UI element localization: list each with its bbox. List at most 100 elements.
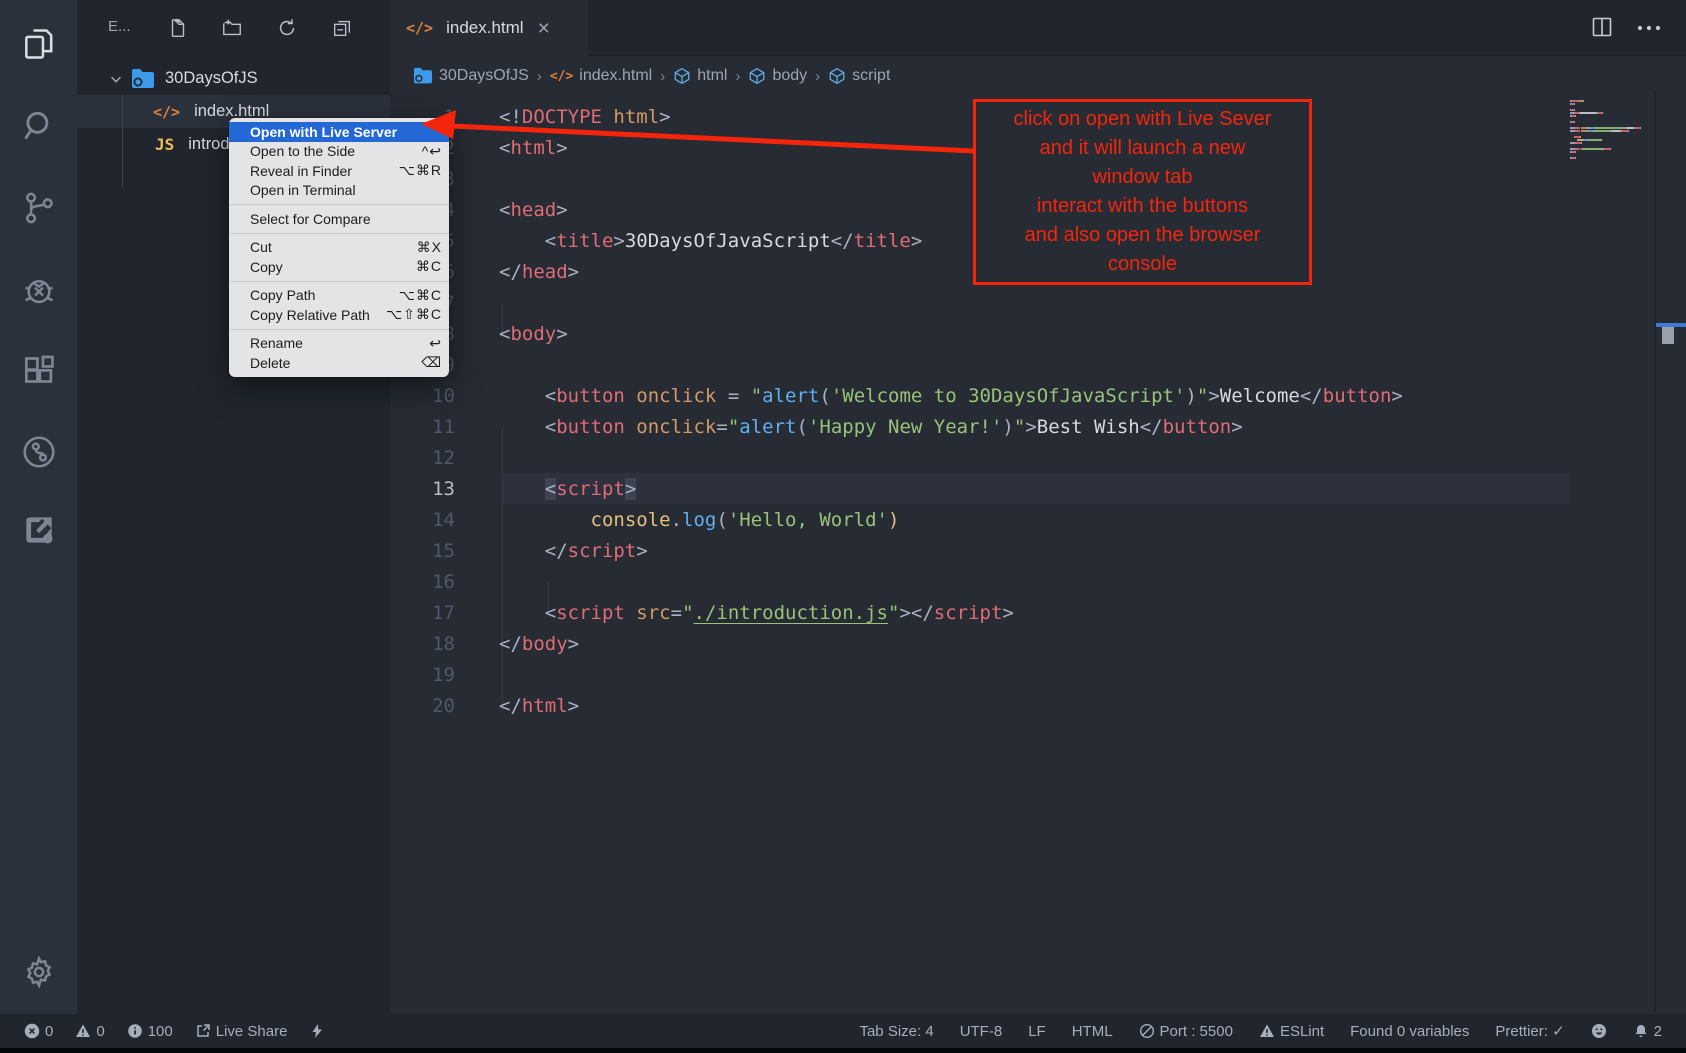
chevron-right-icon: ›: [814, 68, 821, 85]
status-item-label: LF: [1028, 1023, 1046, 1040]
status-item-label: 0: [45, 1023, 53, 1040]
warning-icon: [75, 1023, 91, 1039]
search-icon[interactable]: [19, 106, 59, 146]
breadcrumb-label: script: [852, 67, 890, 85]
line-number: 10: [390, 385, 455, 407]
new-folder-icon[interactable]: [220, 16, 244, 40]
minimap-line: [1570, 151, 1576, 153]
status-item-0[interactable]: 0: [75, 1023, 104, 1040]
menu-item-label: Copy: [250, 259, 283, 275]
status-item-html[interactable]: HTML: [1072, 1023, 1113, 1040]
code-line: 7: [390, 287, 1686, 318]
collapse-all-icon[interactable]: [330, 16, 354, 40]
menu-item-rename[interactable]: Rename↩: [229, 334, 449, 354]
warning-icon: [1259, 1023, 1275, 1039]
menu-item-cut[interactable]: Cut⌘X: [229, 238, 449, 258]
breadcrumb-label: index.html: [579, 67, 652, 85]
status-item-0[interactable]: 0: [24, 1023, 53, 1040]
minimap-line: [1570, 121, 1575, 123]
status-bar-right: Tab Size: 4 UTF-8 LF HTML Port : 5500 ESLint F…: [859, 1022, 1662, 1040]
minimap-line: [1570, 109, 1575, 111]
code-line: 13 <script>: [390, 473, 1686, 504]
tree-item-root-folder[interactable]: 30DaysOfJS: [77, 62, 390, 95]
menu-item-delete[interactable]: Delete⌫: [229, 353, 449, 373]
menu-item-label: Reveal in Finder: [250, 163, 352, 179]
menu-item-copy-path[interactable]: Copy Path⌥⌘C: [229, 286, 449, 306]
status-item-2[interactable]: 2: [1633, 1023, 1662, 1040]
code-text: <title>30DaysOfJavaScript</title>: [455, 230, 922, 252]
source-control-icon[interactable]: [19, 188, 59, 228]
annotation-text-line: console: [976, 250, 1309, 279]
breadcrumb-label: html: [697, 67, 727, 85]
status-item-port-5500[interactable]: Port : 5500: [1139, 1023, 1233, 1040]
status-item-label: 2: [1654, 1023, 1662, 1040]
editor-scrollbar-thumb[interactable]: [1662, 327, 1674, 344]
menu-separator: [229, 329, 449, 330]
menu-item-shortcut: ⌥⇧⌘C: [386, 306, 442, 323]
status-item-eslint[interactable]: ESLint: [1259, 1023, 1324, 1040]
code-line: 15 </script>: [390, 535, 1686, 566]
split-editor-icon[interactable]: [1590, 15, 1614, 44]
code-line: 20</html>: [390, 690, 1686, 721]
extensions-icon[interactable]: [19, 352, 59, 392]
menu-item-open-to-the-side[interactable]: Open to the Side^↩: [229, 142, 449, 162]
context-menu: Open with Live ServerOpen to the Side^↩R…: [229, 118, 449, 377]
tab-index-html[interactable]: </> index.html ×: [390, 0, 588, 56]
code-text: console.log('Hello, World'): [455, 509, 899, 531]
line-number: 14: [390, 509, 455, 531]
menu-item-open-with-live-server[interactable]: Open with Live Server: [229, 122, 449, 142]
code-line: 17 <script src="./introduction.js"></scr…: [390, 597, 1686, 628]
code-line: 14 console.log('Hello, World'): [390, 504, 1686, 535]
status-item-utf-8[interactable]: UTF-8: [960, 1023, 1003, 1040]
menu-item-copy-relative-path[interactable]: Copy Relative Path⌥⇧⌘C: [229, 305, 449, 325]
annotation-text-line: and it will launch a new: [976, 134, 1309, 163]
chevron-right-icon: ›: [659, 68, 666, 85]
live-share-icon: [195, 1023, 211, 1039]
menu-item-select-for-compare[interactable]: Select for Compare: [229, 209, 449, 229]
breadcrumb-item-html[interactable]: html: [673, 67, 727, 85]
bolt-icon: [309, 1023, 325, 1039]
live-share-icon[interactable]: [19, 432, 59, 472]
breadcrumb-item-script[interactable]: script: [828, 67, 890, 85]
settings-gear-icon[interactable]: [19, 952, 59, 992]
annotation-text-line: click on open with Live Sever: [976, 105, 1309, 134]
breadcrumb-item-30DaysOfJS[interactable]: 30DaysOfJS: [413, 67, 529, 85]
menu-item-shortcut: ⌥⌘C: [399, 287, 442, 304]
status-item-bolt[interactable]: [309, 1023, 325, 1039]
js-file-icon: JS: [155, 135, 174, 154]
explorer-icon[interactable]: [19, 24, 59, 64]
menu-separator: [229, 233, 449, 234]
debug-icon[interactable]: [19, 270, 59, 310]
status-item-tab-size-4[interactable]: Tab Size: 4: [859, 1023, 933, 1040]
menu-item-label: Open to the Side: [250, 143, 355, 159]
line-number: 15: [390, 540, 455, 562]
status-item-100[interactable]: 100: [127, 1023, 173, 1040]
more-actions-icon[interactable]: [1636, 21, 1662, 39]
code-line: 10 <button onclick = "alert('Welcome to …: [390, 380, 1686, 411]
breadcrumb-item-index.html[interactable]: </>index.html: [550, 67, 652, 85]
status-item-prettier-[interactable]: Prettier: ✓: [1495, 1022, 1564, 1040]
new-file-icon[interactable]: [166, 16, 190, 40]
tab-close-icon[interactable]: ×: [538, 18, 550, 39]
tree-indent-guide: [122, 95, 123, 188]
status-item-live-share[interactable]: Live Share: [195, 1023, 288, 1040]
share-out-icon[interactable]: [19, 510, 59, 550]
status-item-smiley[interactable]: [1591, 1023, 1607, 1039]
breadcrumb-item-body[interactable]: body: [748, 67, 807, 85]
menu-item-open-in-terminal[interactable]: Open in Terminal: [229, 181, 449, 201]
menu-item-shortcut: ⌘X: [417, 239, 442, 256]
breadcrumb-label: 30DaysOfJS: [439, 67, 529, 85]
menu-item-copy[interactable]: Copy⌘C: [229, 257, 449, 277]
menu-item-label: Delete: [250, 355, 290, 371]
error-icon: [24, 1023, 40, 1039]
menu-item-reveal-in-finder[interactable]: Reveal in Finder⌥⌘R: [229, 161, 449, 181]
annotation-text-line: window tab: [976, 163, 1309, 192]
line-number: 16: [390, 571, 455, 593]
minimap-line: [1570, 115, 1576, 117]
annotation-text-line: interact with the buttons: [976, 192, 1309, 221]
refresh-icon[interactable]: [275, 16, 299, 40]
status-item-lf[interactable]: LF: [1028, 1023, 1046, 1040]
breadcrumb: 30DaysOfJS›</>index.html›html›body›scrip…: [413, 62, 890, 90]
status-item-found-0-variables[interactable]: Found 0 variables: [1350, 1023, 1469, 1040]
code-text: <script src="./introduction.js"></script…: [455, 602, 1014, 624]
